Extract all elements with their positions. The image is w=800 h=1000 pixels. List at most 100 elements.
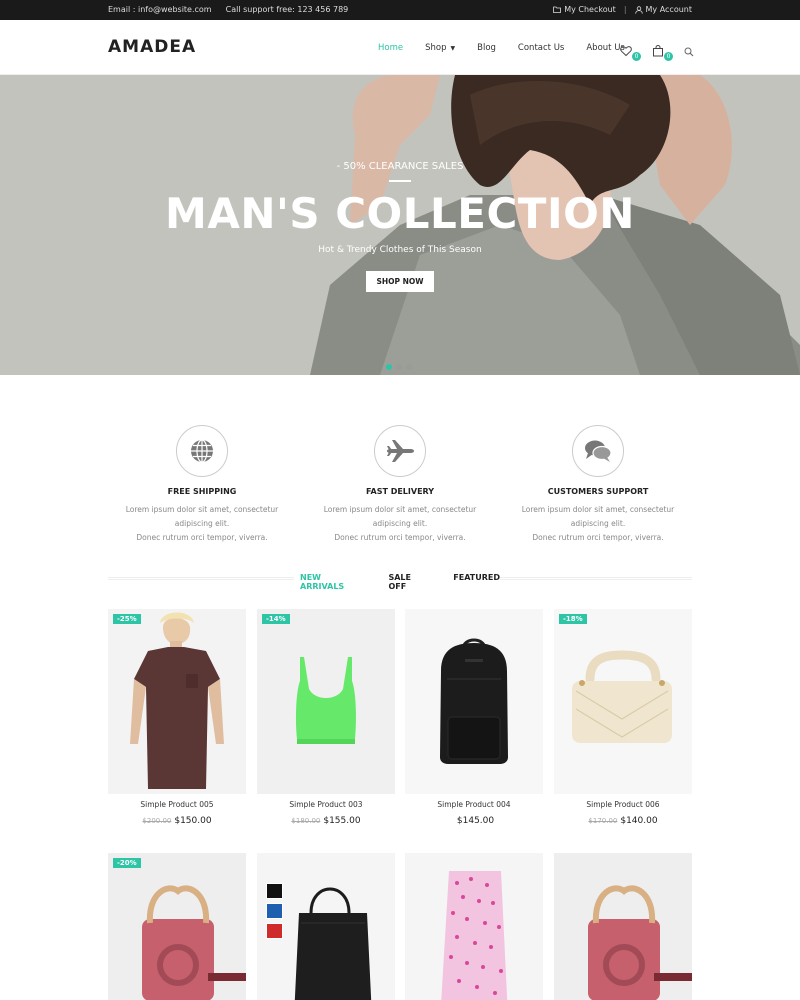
product-card[interactable]: -20%: [108, 853, 246, 1000]
folder-icon: [553, 6, 562, 13]
slider-dot-1[interactable]: [386, 364, 392, 370]
product-image[interactable]: [554, 853, 692, 1000]
product-card[interactable]: -25% Simple Product 005 $200.00 $150.00: [108, 609, 246, 826]
product-image[interactable]: -25%: [108, 609, 246, 794]
tab-sale-off[interactable]: SALE OFF: [388, 573, 429, 591]
feature-title: FAST DELIVERY: [365, 487, 435, 496]
nav-shop[interactable]: Shop ▼: [425, 43, 455, 53]
product-image[interactable]: [257, 853, 395, 1000]
chat-icon: [585, 440, 612, 462]
product-name[interactable]: Simple Product 003: [257, 800, 395, 809]
feature-fast-delivery: FAST DELIVERY Lorem ipsum dolor sit amet…: [305, 425, 495, 545]
cart-button[interactable]: 0: [652, 42, 673, 61]
main-nav: Home Shop ▼ Blog Contact Us About Us: [378, 43, 647, 53]
slider-dot-3[interactable]: [406, 364, 412, 370]
swatch-red[interactable]: [266, 923, 283, 939]
product-price: $170.00 $140.00: [554, 816, 692, 826]
old-price: $200.00: [142, 817, 172, 825]
swatch-black[interactable]: [266, 883, 283, 899]
product-name[interactable]: Simple Product 006: [554, 800, 692, 809]
product-card[interactable]: [257, 853, 395, 1000]
swatch-blue[interactable]: [266, 903, 283, 919]
feature-free-shipping: FREE SHIPPING Lorem ipsum dolor sit amet…: [107, 425, 297, 545]
green-tank-top-image: [257, 609, 395, 794]
product-image[interactable]: -20%: [108, 853, 246, 1000]
product-card[interactable]: -18% Simple Product 006 $170.00 $140.00: [554, 609, 692, 826]
feature-desc-line-1: Lorem ipsum dolor sit amet, consectetur …: [521, 505, 675, 528]
product-card[interactable]: [554, 853, 692, 1000]
product-price: $200.00 $150.00: [108, 816, 246, 826]
pink-bag-image: [554, 853, 692, 1000]
wishlist-button[interactable]: 0: [620, 42, 641, 61]
product-price: $145.00: [405, 816, 543, 826]
product-image[interactable]: -18%: [554, 609, 692, 794]
slider-dot-2[interactable]: [396, 364, 402, 370]
tab-new-arrivals[interactable]: NEW ARRIVALS: [300, 573, 364, 591]
current-price: $145.00: [456, 816, 495, 826]
contact-email[interactable]: Email : info@website.com: [108, 5, 212, 14]
hero-slider: - 50% CLEARANCE SALES MAN'S COLLECTION H…: [0, 75, 800, 375]
feature-desc-line-1: Lorem ipsum dolor sit amet, consectetur …: [323, 505, 477, 528]
old-price: $180.00: [291, 817, 321, 825]
feature-customer-support: CUSTOMERS SUPPORT Lorem ipsum dolor sit …: [503, 425, 693, 545]
hero-subtitle: - 50% CLEARANCE SALES: [336, 161, 464, 172]
product-tabs: NEW ARRIVALS SALE OFF FEATURED: [300, 573, 500, 591]
color-swatches: [266, 883, 283, 939]
site-logo[interactable]: AMADEA: [108, 37, 196, 57]
product-image[interactable]: [405, 609, 543, 794]
top-bar: Email : info@website.com Call support fr…: [0, 0, 800, 20]
search-icon: [684, 47, 694, 57]
tab-featured[interactable]: FEATURED: [453, 573, 500, 591]
my-checkout-link[interactable]: My Checkout: [553, 5, 616, 14]
pink-bag-image: [108, 853, 246, 1000]
nav-contact-label: Contact Us: [517, 43, 565, 53]
product-image[interactable]: -14%: [257, 609, 395, 794]
my-checkout-label: My Checkout: [564, 5, 616, 14]
product-price: $180.00 $155.00: [257, 816, 395, 826]
hero-title: MAN'S COLLECTION: [165, 189, 635, 238]
search-button[interactable]: [684, 42, 698, 57]
feature-description: Lorem ipsum dolor sit amet, consectetur …: [107, 503, 297, 545]
old-price: $170.00: [588, 817, 618, 825]
shopping-bag-icon: [653, 45, 663, 57]
shop-now-button[interactable]: SHOP NOW: [366, 271, 434, 292]
discount-badge: -25%: [113, 614, 141, 624]
feature-description: Lorem ipsum dolor sit amet, consectetur …: [305, 503, 495, 545]
product-name[interactable]: Simple Product 004: [405, 800, 543, 809]
discount-badge: -14%: [262, 614, 290, 624]
wishlist-count-badge: 0: [632, 52, 641, 61]
nav-contact[interactable]: Contact Us: [518, 43, 564, 53]
globe-icon: [191, 439, 213, 463]
hero-tagline: Hot & Trendy Clothes of This Season: [318, 245, 482, 255]
discount-badge: -18%: [559, 614, 587, 624]
my-account-link[interactable]: My Account: [634, 5, 692, 14]
nav-home-label: Home: [378, 43, 404, 53]
nav-blog[interactable]: Blog: [477, 43, 496, 53]
support-phone: Call support free: 123 456 789: [225, 5, 349, 14]
product-card[interactable]: -14% Simple Product 003 $180.00 $155.00: [257, 609, 395, 826]
airplane-icon: [387, 440, 414, 462]
slider-dots: [386, 364, 412, 370]
my-account-label: My Account: [645, 5, 692, 14]
feature-desc-line-1: Lorem ipsum dolor sit amet, consectetur …: [125, 505, 279, 528]
topbar-separator: |: [623, 5, 627, 14]
product-card[interactable]: Simple Product 004 $145.00: [405, 609, 543, 826]
user-icon: [634, 5, 643, 14]
current-price: $140.00: [620, 816, 658, 826]
feature-title: FREE SHIPPING: [167, 487, 237, 496]
feature-icon-circle: [572, 425, 624, 477]
tabs-divider-left: [108, 577, 294, 580]
nav-shop-label: Shop: [425, 43, 447, 53]
product-card[interactable]: [405, 853, 543, 1000]
product-image[interactable]: [405, 853, 543, 1000]
tabs-divider-right: [500, 577, 692, 580]
feature-desc-line-2: Donec rutrum orci tempor, viverra.: [334, 533, 466, 542]
nav-blog-label: Blog: [477, 43, 496, 53]
product-name[interactable]: Simple Product 005: [108, 800, 246, 809]
discount-badge: -20%: [113, 858, 141, 868]
nav-home[interactable]: Home: [378, 43, 403, 53]
black-backpack-image: [405, 609, 543, 794]
feature-icon-circle: [374, 425, 426, 477]
feature-title: CUSTOMERS SUPPORT: [547, 487, 649, 496]
hero-divider: [389, 180, 411, 182]
